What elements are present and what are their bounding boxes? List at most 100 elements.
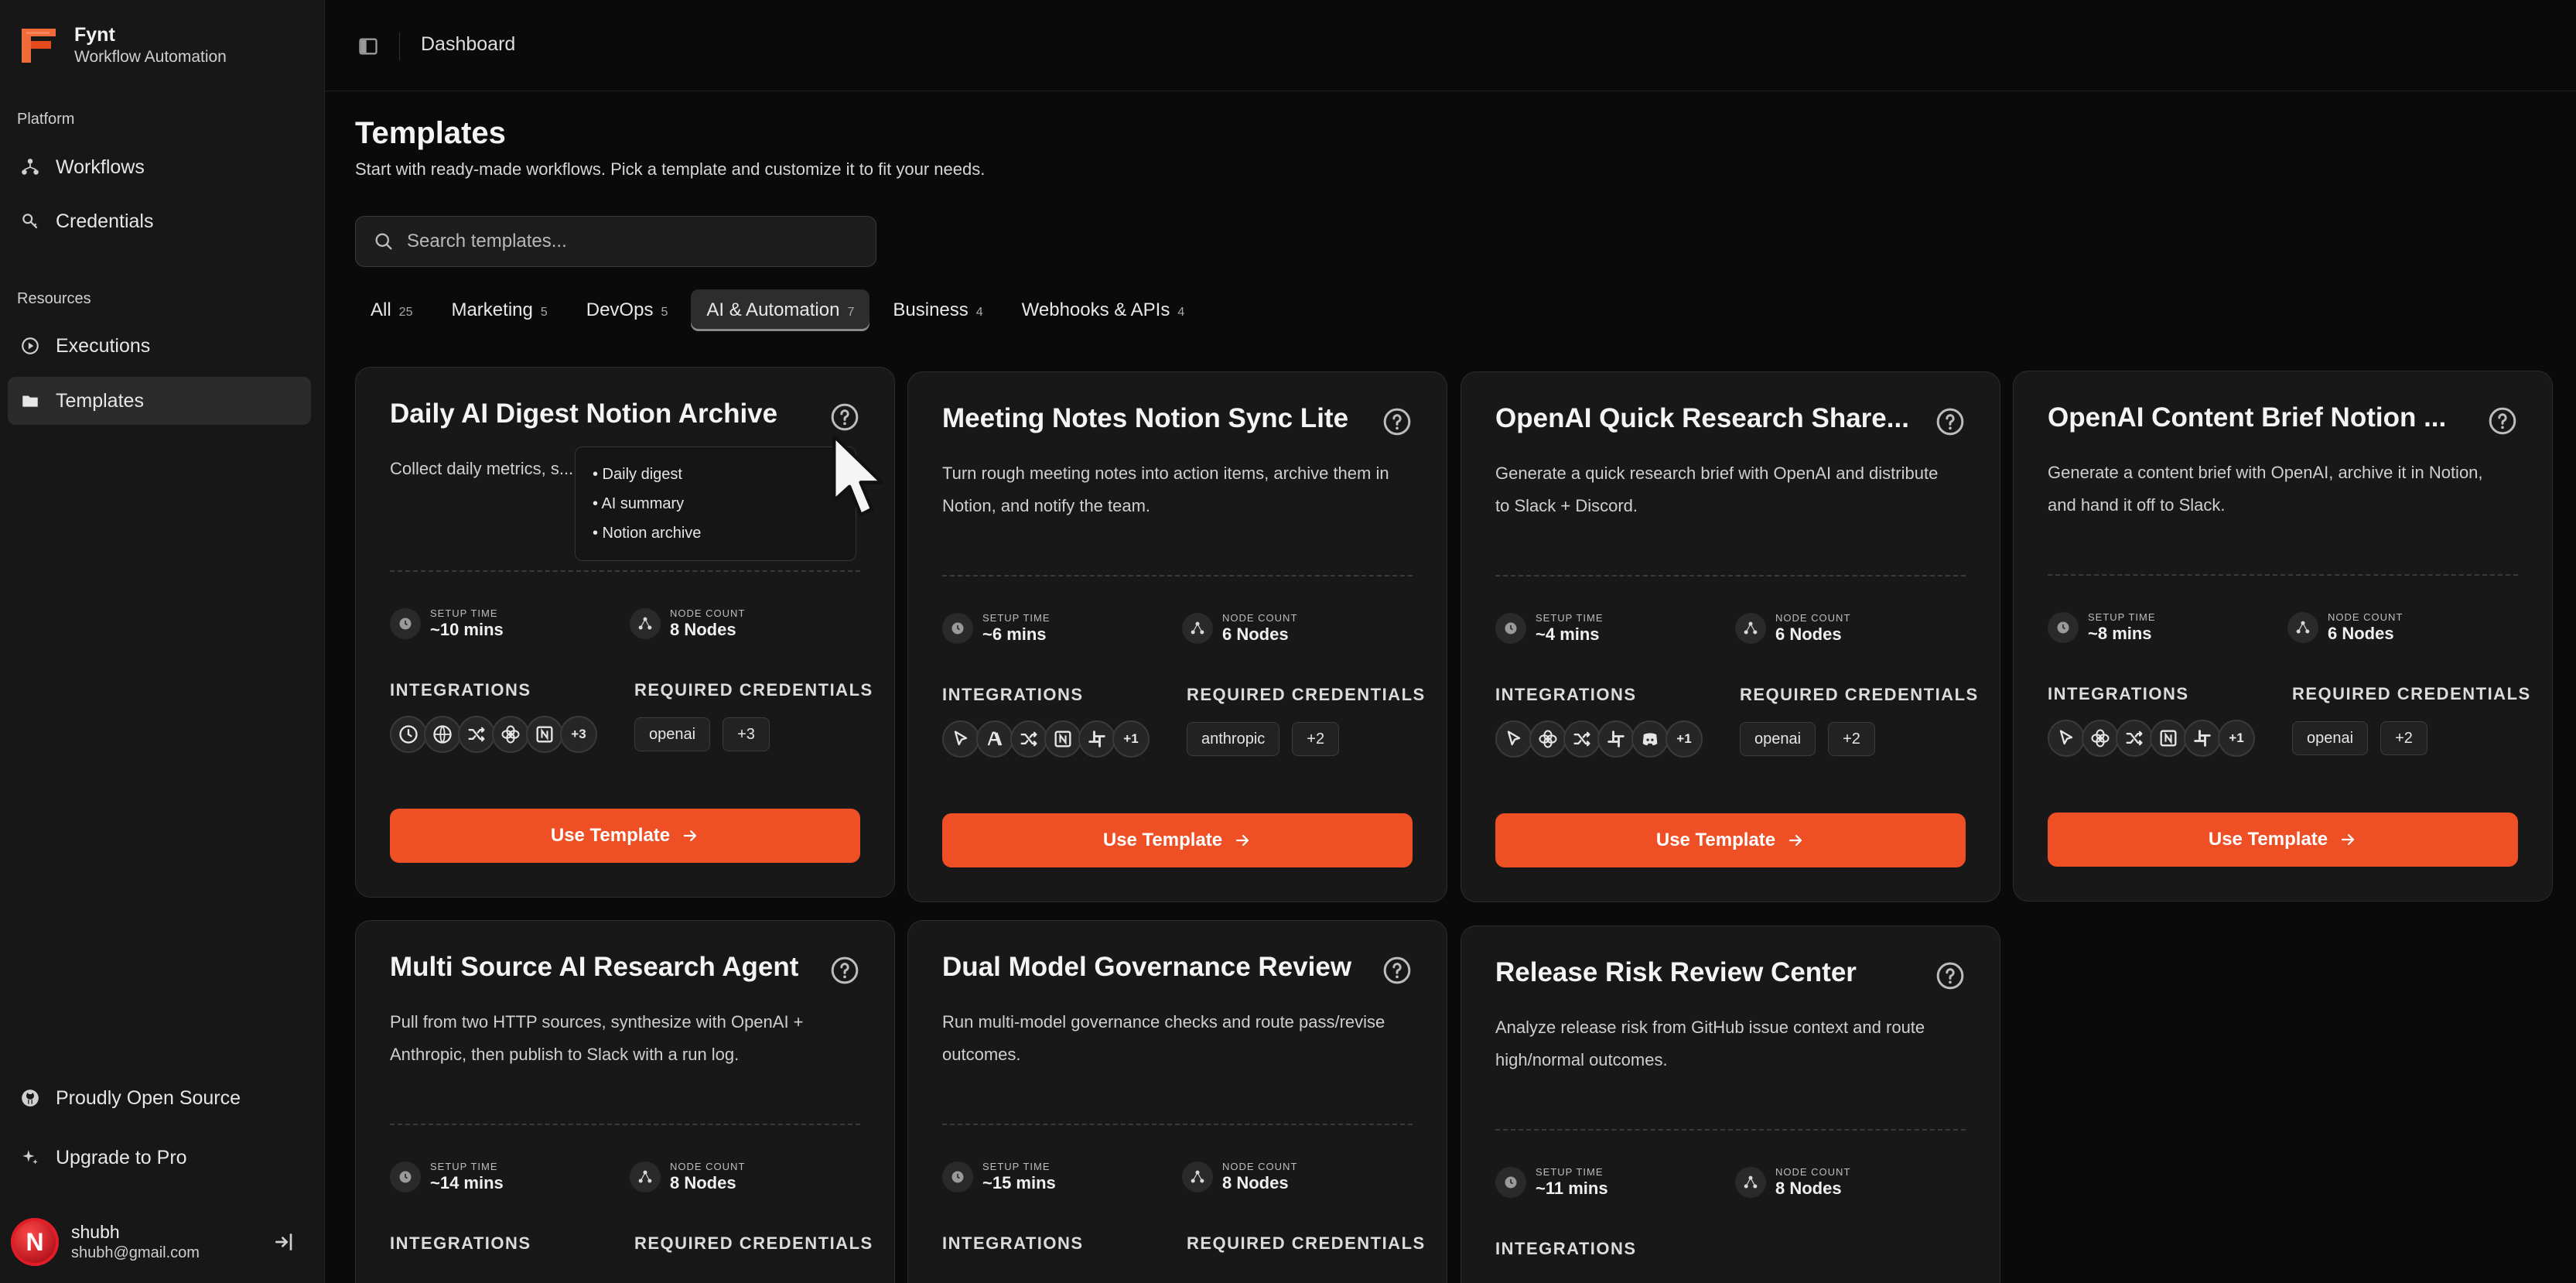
slack-icon	[1605, 728, 1627, 750]
timer-icon	[950, 621, 965, 636]
topbar-divider	[399, 33, 400, 60]
card-divider	[1495, 575, 1966, 576]
integrations-list: +1	[2048, 720, 2255, 757]
tab-label: Marketing	[451, 299, 533, 320]
nodes-icon	[1743, 1175, 1758, 1190]
use-template-label: Use Template	[1655, 830, 1776, 850]
card-divider	[390, 570, 860, 572]
anthropic-icon	[984, 728, 1006, 750]
tooltip-item: • Daily digest	[593, 466, 682, 483]
card-description: Turn rough meeting notes into action ite…	[942, 464, 1389, 515]
logout-icon[interactable]	[272, 1230, 297, 1254]
user-menu[interactable]: N shubh shubh@gmail.com	[11, 1215, 313, 1269]
shuffle-icon	[2123, 727, 2145, 749]
metric-label: NODE COUNT	[1222, 612, 1298, 624]
card-divider	[942, 1124, 1413, 1125]
integrations-more: +1	[1676, 731, 1692, 746]
credentials-label: REQUIRED CREDENTIALS	[2292, 684, 2531, 703]
app-root: Fynt Workflow Automation Platform Workfl…	[0, 0, 2576, 1283]
tab-count: 4	[975, 306, 983, 319]
sparkle-icon	[22, 1150, 38, 1165]
nodes-icon	[2295, 620, 2311, 635]
card-divider	[2048, 574, 2518, 576]
tab-devops[interactable]: DevOps 5	[571, 289, 684, 331]
sidebar-item-open-source[interactable]: Proudly Open Source	[8, 1074, 311, 1122]
use-template-label: Use Template	[1102, 830, 1223, 850]
template-card[interactable]: Dual Model Governance Review Run multi-m…	[907, 920, 1447, 1283]
search-box[interactable]	[355, 216, 876, 267]
template-card[interactable]: Release Risk Review Center Analyze relea…	[1461, 925, 2000, 1283]
card-title: OpenAI Content Brief Notion ...	[2048, 402, 2447, 433]
folder-icon	[22, 395, 38, 407]
tab-count: 4	[1177, 306, 1185, 319]
integrations-list: +1	[942, 720, 1150, 758]
card-description: Analyze release risk from GitHub issue c…	[1495, 1018, 1925, 1069]
nodes-icon	[637, 616, 653, 631]
help-icon[interactable]	[1382, 406, 1413, 437]
cursor-icon	[2055, 727, 2077, 749]
cursor-icon	[1503, 728, 1525, 750]
use-template-button[interactable]: Use Template	[2048, 813, 2518, 867]
brand[interactable]: Fynt Workflow Automation	[17, 23, 227, 68]
template-card[interactable]: Multi Source AI Research Agent Pull from…	[355, 920, 895, 1283]
tooltip-item: • Notion archive	[593, 525, 702, 542]
shuffle-icon	[1571, 728, 1593, 750]
topbar: Dashboard	[325, 0, 2576, 91]
tab-business[interactable]: Business 4	[877, 289, 998, 331]
brand-name: Fynt	[74, 24, 115, 46]
sidebar-item-workflows[interactable]: Workflows	[8, 143, 311, 191]
tab-all[interactable]: All 25	[355, 289, 428, 331]
tab-webhooks-apis[interactable]: Webhooks & APIs 4	[1006, 289, 1201, 331]
node-count-value: 8 Nodes	[670, 1173, 736, 1192]
use-template-label: Use Template	[2208, 829, 2328, 850]
sidebar-item-label: Upgrade to Pro	[56, 1146, 187, 1168]
openai-icon	[1537, 728, 1559, 750]
tab-count: 5	[540, 306, 548, 319]
help-icon[interactable]	[829, 955, 860, 986]
tab-label: AI & Automation	[706, 299, 840, 320]
breadcrumb[interactable]: Dashboard	[421, 33, 515, 56]
setup-time: SETUP TIME ~4 mins	[1495, 612, 1604, 645]
brand-subtitle: Workflow Automation	[74, 48, 227, 66]
search-input[interactable]	[407, 231, 876, 252]
card-divider	[1495, 1129, 1966, 1131]
metric-label: SETUP TIME	[1536, 1166, 1604, 1178]
help-icon[interactable]	[1935, 406, 1966, 437]
sidebar-item-executions[interactable]: Executions	[8, 322, 311, 370]
integrations-list: +3	[390, 716, 597, 753]
openai-icon	[500, 724, 521, 745]
template-card[interactable]: Meeting Notes Notion Sync Lite Turn roug…	[907, 371, 1447, 902]
metric-label: SETUP TIME	[430, 1161, 498, 1172]
card-title: Release Risk Review Center	[1495, 957, 1857, 987]
tab-marketing[interactable]: Marketing 5	[436, 289, 562, 331]
sidebar-item-credentials[interactable]: Credentials	[8, 197, 311, 245]
sidebar-item-templates[interactable]: Templates	[8, 377, 311, 425]
arrow-right-icon	[684, 830, 697, 842]
tab-label: Webhooks & APIs	[1021, 299, 1170, 320]
help-icon[interactable]	[829, 402, 860, 433]
sidebar-item-label: Workflows	[56, 156, 145, 178]
credentials-label: REQUIRED CREDENTIALS	[1740, 685, 1979, 704]
use-template-button[interactable]: Use Template	[1495, 813, 1966, 867]
node-count: NODE COUNT 6 Nodes	[1182, 612, 1297, 645]
sidebar-toggle-icon[interactable]	[357, 36, 379, 57]
integrations-more: +1	[1123, 731, 1139, 746]
node-count: NODE COUNT 8 Nodes	[630, 1161, 745, 1193]
template-card[interactable]: OpenAI Content Brief Notion ... Generate…	[2013, 371, 2553, 902]
integrations-label: INTEGRATIONS	[390, 680, 531, 700]
metric-label: NODE COUNT	[670, 607, 746, 619]
sidebar-item-upgrade[interactable]: Upgrade to Pro	[8, 1134, 311, 1182]
sidebar: Fynt Workflow Automation Platform Workfl…	[0, 0, 325, 1283]
setup-time: SETUP TIME ~14 mins	[390, 1161, 504, 1193]
template-card[interactable]: OpenAI Quick Research Share... Generate …	[1461, 371, 2000, 902]
help-icon[interactable]	[2487, 405, 2518, 436]
use-template-button[interactable]: Use Template	[390, 809, 860, 863]
help-icon[interactable]	[1382, 955, 1413, 986]
sidebar-item-label: Credentials	[56, 210, 154, 232]
help-icon[interactable]	[1935, 960, 1966, 991]
metric-label: NODE COUNT	[2328, 611, 2403, 623]
tab-label: DevOps	[586, 299, 654, 320]
tab-ai-automation[interactable]: AI & Automation 7	[691, 289, 870, 331]
node-count-value: 8 Nodes	[670, 620, 736, 639]
use-template-button[interactable]: Use Template	[942, 813, 1413, 867]
